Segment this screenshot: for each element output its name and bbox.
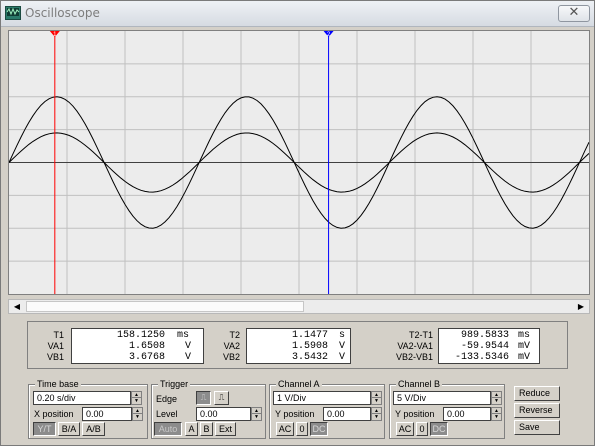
channel-b-scale-spinner[interactable]: ▲ ▼	[491, 391, 502, 405]
channel-b-scale-field[interactable]: 5 V/Div	[393, 391, 491, 405]
edge-rising-button[interactable]: ⎍	[196, 391, 211, 405]
channel-a-ac-button[interactable]: AC	[276, 422, 294, 436]
dva-unit: mV	[518, 341, 531, 352]
t1-unit: ms	[177, 330, 190, 341]
window-title: Oscilloscope	[25, 6, 100, 20]
trigger-level-label: Level	[156, 409, 178, 419]
va1-unit: V	[185, 341, 192, 352]
channel-a-scale-spinner[interactable]: ▲ ▼	[371, 391, 382, 405]
channel-a-ypos-spinner[interactable]: ▲ ▼	[371, 407, 382, 421]
t2-unit: s	[339, 330, 346, 341]
channel-a-ypos-label: Y position	[275, 409, 315, 419]
timebase-title: Time base	[35, 379, 81, 389]
edge-falling-button[interactable]: ⎍	[214, 391, 229, 405]
scope-display[interactable]: 12	[8, 30, 590, 295]
t1-label: T1	[53, 330, 64, 340]
trigger-group: Trigger Edge ⎍ ⎍ Level 0.00 ▲ ▼ Auto A B …	[151, 379, 266, 439]
trigger-edge-label: Edge	[156, 394, 178, 404]
delta-values: 989.5833 ms -59.9544 mV -133.5346 mV	[438, 328, 540, 364]
reduce-button[interactable]: Reduce	[514, 386, 560, 401]
trigger-level-spinner[interactable]: ▲ ▼	[251, 407, 262, 421]
mode-ab-button[interactable]: A/B	[82, 422, 105, 436]
timebase-xpos-spinner[interactable]: ▲ ▼	[132, 407, 143, 421]
vb2-label: VB2	[222, 352, 240, 362]
timebase-group: Time base 0.20 s/div ▲ ▼ X position 0.00 …	[28, 379, 148, 439]
timebase-scale-spinner[interactable]: ▲ ▼	[131, 391, 142, 405]
channel-a-zero-button[interactable]: 0	[296, 422, 308, 436]
vb2-value: 3.5432	[291, 352, 328, 363]
channel-b-group: Channel B 5 V/Div ▲ ▼ Y position 0.00 ▲ ▼ …	[389, 379, 505, 439]
dvb-unit: mV	[518, 352, 531, 363]
channel-a-title: Channel A	[276, 379, 322, 389]
reverse-button[interactable]: Reverse	[514, 403, 560, 418]
dt-unit: ms	[518, 330, 531, 341]
trigger-a-button[interactable]: A	[185, 422, 198, 436]
scroll-thumb[interactable]	[26, 301, 304, 312]
va2-value: 1.5908	[291, 341, 328, 352]
channel-b-title: Channel B	[396, 379, 443, 389]
scope-graticule: 12	[9, 31, 589, 294]
dt-label: T2-T1	[408, 330, 433, 340]
scroll-right-arrow-icon[interactable]: ▶	[574, 300, 588, 313]
rising-edge-icon: ⎍	[200, 393, 207, 402]
cursor2-values: 1.1477 s 1.5908 V 3.5432 V	[246, 328, 351, 364]
dvb-label: VB2-VB1	[395, 352, 433, 362]
channel-b-dc-button[interactable]: DC	[430, 422, 448, 436]
trigger-level-field[interactable]: 0.00	[196, 407, 251, 421]
va2-unit: V	[339, 341, 346, 352]
title-bar[interactable]: Oscilloscope ✕	[1, 1, 594, 27]
close-button[interactable]: ✕	[558, 5, 590, 22]
channel-b-ypos-label: Y position	[395, 409, 435, 419]
channel-a-group: Channel A 1 V/Div ▲ ▼ Y position 0.00 ▲ ▼ …	[269, 379, 385, 439]
t1-value: 158.1250	[116, 330, 165, 341]
vb2-unit: V	[339, 352, 346, 363]
trigger-b-button[interactable]: B	[200, 422, 213, 436]
trigger-title: Trigger	[158, 379, 191, 389]
cursor-readout-panel: T1 VA1 VB1 158.1250 ms 1.6508 V 3.6768 V T2…	[27, 321, 568, 369]
va2-label: VA2	[223, 341, 240, 351]
va1-value: 1.6508	[128, 341, 165, 352]
action-buttons: Reduce Reverse Save	[509, 384, 567, 439]
channel-b-ypos-spinner[interactable]: ▲ ▼	[491, 407, 502, 421]
channel-a-dc-button[interactable]: DC	[310, 422, 328, 436]
channel-a-ypos-field[interactable]: 0.00	[323, 407, 371, 421]
cursor1-values: 158.1250 ms 1.6508 V 3.6768 V	[71, 328, 204, 364]
t2-label: T2	[229, 330, 240, 340]
falling-edge-icon: ⎍	[218, 393, 225, 402]
va1-label: VA1	[47, 341, 64, 351]
horizontal-scrollbar[interactable]: ◀ ▶	[8, 299, 590, 314]
timebase-xpos-field[interactable]: 0.00	[82, 407, 132, 421]
dvb-value: -133.5346	[454, 352, 509, 363]
vb1-value: 3.6768	[128, 352, 165, 363]
oscilloscope-window: Oscilloscope ✕ 12 ◀ ▶ T1 VA1 VB1 158.125…	[0, 0, 595, 446]
dva-label: VA2-VA1	[397, 341, 433, 351]
timebase-xpos-label: X position	[34, 409, 74, 419]
trigger-ext-button[interactable]: Ext	[215, 422, 236, 436]
channel-b-zero-button[interactable]: 0	[416, 422, 428, 436]
vb1-label: VB1	[46, 352, 64, 362]
channel-b-ac-button[interactable]: AC	[396, 422, 414, 436]
mode-ba-button[interactable]: B/A	[58, 422, 80, 436]
dt-value: 989.5833	[460, 330, 509, 341]
save-button[interactable]: Save	[514, 420, 560, 435]
channel-a-scale-field[interactable]: 1 V/Div	[273, 391, 371, 405]
scroll-left-arrow-icon[interactable]: ◀	[10, 300, 24, 313]
oscilloscope-app-icon	[5, 6, 21, 20]
vb1-unit: V	[185, 352, 192, 363]
dva-value: -59.9544	[460, 341, 509, 352]
close-icon: ✕	[568, 5, 580, 20]
channel-b-ypos-field[interactable]: 0.00	[443, 407, 491, 421]
timebase-scale-field[interactable]: 0.20 s/div	[33, 391, 131, 405]
trigger-auto-button[interactable]: Auto	[154, 422, 182, 436]
mode-yt-button[interactable]: Y/T	[33, 422, 56, 436]
t2-value: 1.1477	[291, 330, 328, 341]
